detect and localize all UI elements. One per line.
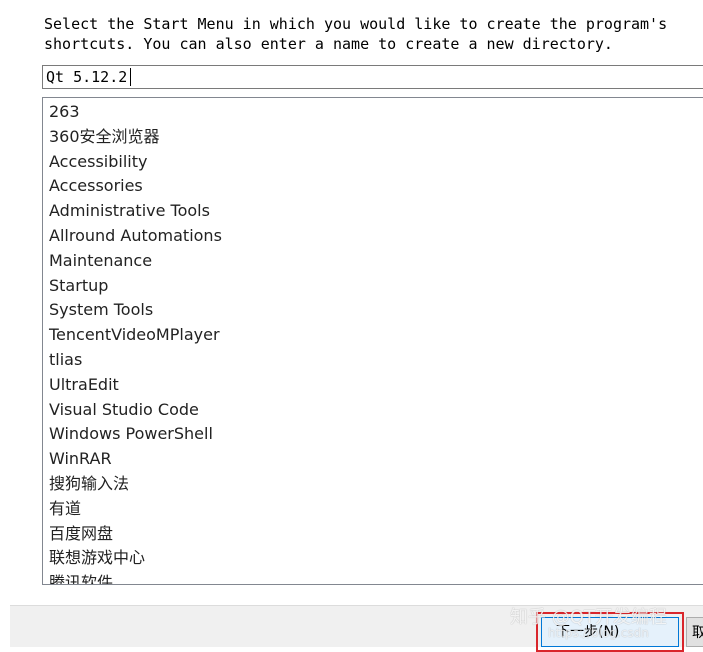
cancel-button[interactable]: 取 [686,617,703,647]
folder-list-item[interactable]: Visual Studio Code [43,398,703,423]
folder-list-item[interactable]: 腾讯软件 [43,571,703,584]
folder-list-item[interactable]: Allround Automations [43,224,703,249]
folder-list-item[interactable]: Maintenance [43,249,703,274]
folder-list-item[interactable]: 有道 [43,497,703,522]
folder-list-item[interactable]: Accessibility [43,150,703,175]
folder-list-items: 263 360安全浏览器 Accessibility Accessories Admin… [43,98,703,584]
folder-list-item[interactable]: System Tools [43,298,703,323]
folder-list-item[interactable]: TencentVideoMPlayer [43,323,703,348]
folder-list-item[interactable]: 搜狗输入法 [43,472,703,497]
folder-list-item[interactable]: Windows PowerShell [43,422,703,447]
folder-list-item[interactable]: 360安全浏览器 [43,125,703,150]
folder-list-item[interactable]: 263 [43,100,703,125]
text-caret [130,68,131,86]
start-menu-directory-input[interactable] [42,65,703,89]
folder-list-item[interactable]: Accessories [43,174,703,199]
instructions-text: Select the Start Menu in which you would… [44,15,668,53]
folder-list-item[interactable]: Administrative Tools [43,199,703,224]
next-button[interactable]: 下一步(N) [541,617,679,647]
folder-list-item[interactable]: WinRAR [43,447,703,472]
next-button-highlight: 下一步(N) [536,612,684,652]
folder-list-item[interactable]: UltraEdit [43,373,703,398]
start-menu-folder-list[interactable]: 263 360安全浏览器 Accessibility Accessories Admin… [42,97,703,585]
folder-list-item[interactable]: tlias [43,348,703,373]
folder-list-item[interactable]: Startup [43,274,703,299]
folder-list-item[interactable]: 联想游戏中心 [43,546,703,571]
folder-list-item[interactable]: 百度网盘 [43,522,703,547]
